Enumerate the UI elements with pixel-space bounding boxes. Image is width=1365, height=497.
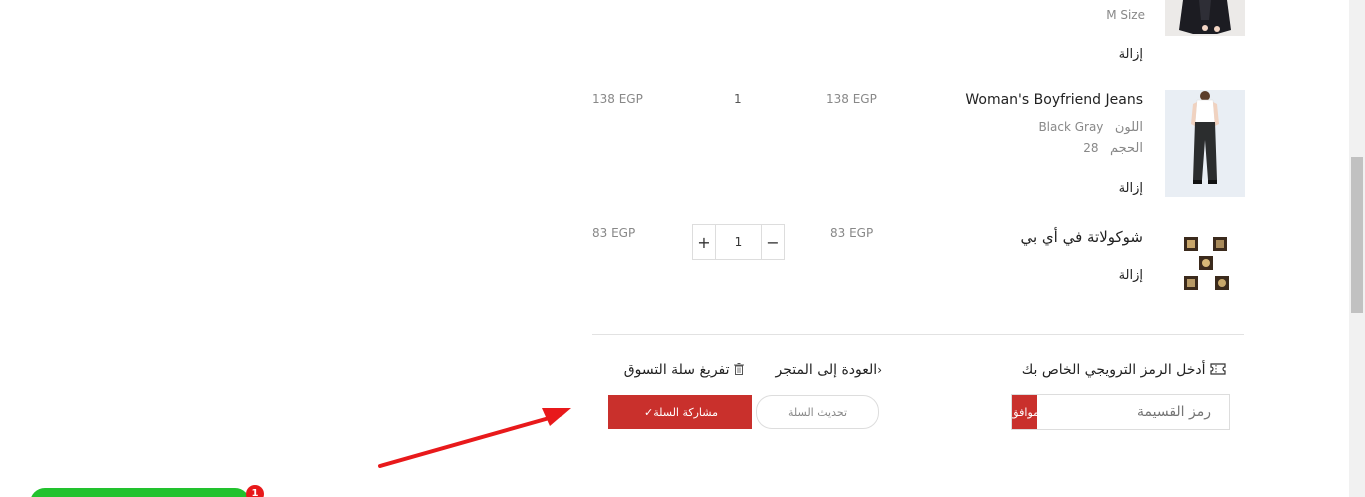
item-0-size: M Size bbox=[1106, 8, 1145, 22]
item-unit-price: 83 EGP bbox=[830, 226, 874, 240]
item-unit-price: 138 EGP bbox=[826, 92, 877, 106]
product-name[interactable]: Woman's Boyfriend Jeans bbox=[943, 92, 1143, 108]
size-label: الحجم bbox=[1109, 141, 1143, 156]
color-value: Black Gray bbox=[1038, 120, 1104, 134]
chocolate-image bbox=[1175, 232, 1235, 292]
color-label: اللون bbox=[1114, 120, 1143, 135]
item-total: 83 EGP bbox=[592, 226, 636, 240]
coupon-apply-button[interactable]: موافق bbox=[1012, 395, 1037, 429]
back-to-store-label: العودة إلى المتجر bbox=[775, 362, 878, 378]
update-cart-button[interactable]: تحديث السلة bbox=[756, 395, 879, 429]
share-cart-button[interactable]: ✓ مشاركة السلة bbox=[608, 395, 752, 429]
share-cart-label: مشاركة السلة bbox=[653, 405, 718, 419]
coupon-form: موافق bbox=[1011, 394, 1230, 430]
clear-cart-label: تفريغ سلة التسوق bbox=[623, 362, 730, 378]
scrollbar-thumb[interactable] bbox=[1351, 157, 1363, 313]
clear-cart-link[interactable]: تفريغ سلة التسوق bbox=[600, 362, 744, 378]
remove-link[interactable]: إزالة bbox=[1093, 268, 1143, 283]
remove-link[interactable]: إزالة bbox=[1093, 47, 1143, 62]
check-icon: ✓ bbox=[644, 405, 654, 419]
remove-link[interactable]: إزالة bbox=[1093, 181, 1143, 196]
chat-badge: 1 bbox=[246, 485, 264, 497]
product-image-chocolate[interactable] bbox=[1175, 232, 1235, 292]
product-image-jeans[interactable] bbox=[1165, 90, 1245, 197]
coupon-code-input[interactable] bbox=[1037, 395, 1229, 429]
chat-widget-button[interactable] bbox=[30, 488, 250, 497]
back-to-store-link[interactable]: ‹العودة إلى المتجر bbox=[758, 362, 882, 378]
quantity-decrease-button[interactable]: − bbox=[762, 225, 784, 259]
quantity-increase-button[interactable]: + bbox=[693, 225, 715, 259]
quantity-stepper[interactable]: + 1 − bbox=[692, 224, 785, 260]
chevron-left-icon: ‹ bbox=[877, 363, 882, 377]
item-total: 138 EGP bbox=[592, 92, 643, 106]
ticket-icon bbox=[1206, 362, 1226, 378]
item-quantity: 1 bbox=[734, 92, 742, 106]
page-scrollbar[interactable] bbox=[1349, 0, 1365, 497]
quantity-value[interactable]: 1 bbox=[715, 225, 762, 259]
size-value: 28 bbox=[1083, 141, 1099, 155]
item-color: اللون Black Gray bbox=[983, 120, 1143, 135]
product-image-jacket[interactable] bbox=[1165, 0, 1245, 36]
coupon-title: أدخل الرمز الترويجي الخاص بك bbox=[1010, 362, 1226, 378]
trash-icon bbox=[730, 362, 744, 378]
cart-divider bbox=[592, 334, 1244, 335]
jeans-image bbox=[1165, 90, 1245, 197]
coupon-title-text: أدخل الرمز الترويجي الخاص بك bbox=[1021, 362, 1206, 378]
annotation-arrow bbox=[378, 408, 571, 468]
jacket-image bbox=[1165, 0, 1245, 36]
product-name[interactable]: شوكولاتة في أي بي bbox=[943, 228, 1143, 246]
item-size: الحجم 28 bbox=[983, 141, 1143, 156]
